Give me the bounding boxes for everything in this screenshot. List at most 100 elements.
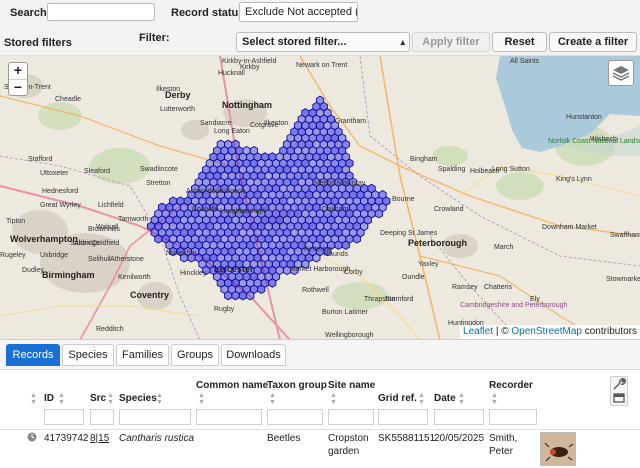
- col-taxon-group[interactable]: Taxon group: [267, 380, 327, 391]
- filter-species-input[interactable]: [119, 409, 191, 425]
- map-place-label: Nottingham: [222, 100, 272, 110]
- map-place-label: Uttoxeter: [40, 170, 69, 177]
- tab-downloads[interactable]: Downloads: [221, 344, 286, 366]
- col-id[interactable]: ID: [44, 393, 54, 404]
- tab-families[interactable]: Families: [116, 344, 169, 366]
- col-site-name[interactable]: Site name: [328, 380, 375, 391]
- filter-site-input[interactable]: [328, 409, 374, 425]
- cell-src[interactable]: 8|15: [90, 433, 109, 444]
- map-place-label: Loughborough: [220, 208, 266, 215]
- apply-filter-button[interactable]: Apply filter: [412, 32, 490, 52]
- sort-icon: ▲ ▼: [107, 392, 114, 406]
- map-place-label: Hucknall: [218, 70, 245, 77]
- record-photo-thumbnail[interactable]: [540, 432, 576, 466]
- layers-button[interactable]: [608, 60, 634, 86]
- zoom-out-button[interactable]: −: [9, 79, 27, 95]
- sort-icon: ▲ ▼: [30, 392, 37, 406]
- create-filter-button[interactable]: Create a filter: [549, 32, 637, 52]
- filter-id-input[interactable]: [44, 409, 84, 425]
- search-label: Search:: [10, 7, 51, 19]
- cell-id[interactable]: 41739742: [44, 433, 89, 444]
- zoom-control: + −: [8, 62, 28, 96]
- col-src[interactable]: Src: [90, 393, 106, 404]
- record-density-hexgrid[interactable]: [0, 56, 640, 340]
- map-place-label: Stowmarket: [606, 276, 640, 283]
- filter-label: Filter:: [139, 32, 170, 44]
- cell-recorder-line1: Smith,: [489, 433, 518, 444]
- map-place-label: Dudley: [22, 267, 44, 274]
- map-place-label: Ilkeston: [264, 120, 289, 127]
- stored-filter-select-value: Select stored filter...: [242, 36, 347, 48]
- hex-cell[interactable]: [154, 234, 163, 244]
- filter-date-input[interactable]: [434, 409, 484, 425]
- map-place-label: Sleaford: [84, 168, 111, 175]
- sort-icon: ▲ ▼: [418, 392, 425, 406]
- map-place-label: Stretton: [146, 180, 171, 187]
- hex-cell[interactable]: [334, 240, 343, 250]
- hex-cell[interactable]: [312, 253, 321, 263]
- osm-link[interactable]: OpenStreetMap: [511, 326, 582, 337]
- map-place-label: Brownhills: [88, 226, 120, 233]
- tab-groups[interactable]: Groups: [171, 344, 219, 366]
- hex-cell[interactable]: [352, 234, 361, 244]
- map-place-label: Kirkby: [240, 64, 260, 71]
- map-place-label: Derby: [165, 90, 191, 100]
- filter-taxon-input[interactable]: [267, 409, 323, 425]
- map-place-label: Uxbridge: [40, 252, 69, 259]
- filter-common-input[interactable]: [196, 409, 262, 425]
- map-place-label: Cheadle: [55, 96, 82, 103]
- map-place-label: Sandiacre: [200, 120, 232, 127]
- col-species[interactable]: Species: [119, 393, 157, 404]
- tab-records[interactable]: Records: [6, 344, 60, 366]
- map-place-label: Hednesford: [42, 188, 79, 195]
- cell-site-line2: garden: [328, 446, 360, 457]
- map-place-label: Lutterworth: [160, 106, 196, 113]
- record-status-label: Record status:: [171, 7, 249, 19]
- map-place-label: Lichfield: [98, 202, 124, 209]
- layers-icon: [612, 66, 630, 81]
- map-place-label: Leicester: [214, 264, 254, 274]
- tab-species[interactable]: Species: [62, 344, 114, 366]
- map-place-label: Oundle: [402, 274, 425, 281]
- map-place-label: Norfolk Coast National Landscape: [548, 138, 640, 145]
- hex-cell[interactable]: [374, 208, 383, 219]
- search-input[interactable]: [47, 3, 155, 21]
- map-place-label: Bingham: [410, 156, 438, 163]
- map-place-label: Yaxley: [418, 261, 439, 268]
- zoom-in-button[interactable]: +: [9, 63, 27, 79]
- hex-cell[interactable]: [257, 284, 266, 295]
- cell-species: Cantharis rustica: [119, 433, 195, 444]
- filter-grid-input[interactable]: [378, 409, 428, 425]
- map-place-label: Tamworth: [118, 216, 149, 223]
- map-place-label: Coventry: [130, 290, 170, 300]
- hex-cell[interactable]: [238, 290, 247, 301]
- reset-button[interactable]: Reset: [492, 32, 547, 52]
- col-date[interactable]: Date: [434, 393, 456, 404]
- hex-cell[interactable]: [268, 278, 277, 288]
- map-place-label: Thrapston: [364, 296, 396, 303]
- filter-recorder-input[interactable]: [489, 409, 537, 425]
- map[interactable]: Kirkby-in-Ashfield Newark on Trent Hucknal…: [0, 56, 640, 340]
- stored-filter-select[interactable]: Select stored filter... ▴▾: [236, 32, 410, 65]
- col-common-name[interactable]: Common name: [196, 380, 268, 391]
- attribution-separator: | ©: [493, 326, 512, 337]
- map-place-label: Wolverhampton: [10, 234, 78, 244]
- fullscreen-icon[interactable]: [611, 391, 627, 405]
- filter-src-input[interactable]: [90, 409, 114, 425]
- wrench-icon[interactable]: [611, 377, 627, 391]
- hex-cell[interactable]: [224, 290, 233, 301]
- map-place-label: Rugby: [214, 306, 235, 313]
- map-place-label: King's Lynn: [556, 176, 592, 183]
- cell-site-line1: Cropston: [328, 433, 369, 444]
- hex-cell[interactable]: [231, 290, 240, 301]
- sort-icon: ▲ ▼: [458, 392, 465, 406]
- cell-grid-ref: SK55881151: [378, 433, 436, 444]
- record-status-select[interactable]: Exclude Not accepted (all: [239, 2, 358, 22]
- map-place-label: Newark on Trent: [296, 62, 348, 69]
- hex-cell[interactable]: [341, 240, 350, 250]
- col-grid-ref[interactable]: Grid ref.: [378, 393, 417, 404]
- hex-cell[interactable]: [246, 290, 255, 301]
- leaflet-link[interactable]: Leaflet: [463, 326, 493, 337]
- map-place-label: Rothwell: [302, 287, 329, 294]
- col-recorder[interactable]: Recorder: [489, 380, 533, 391]
